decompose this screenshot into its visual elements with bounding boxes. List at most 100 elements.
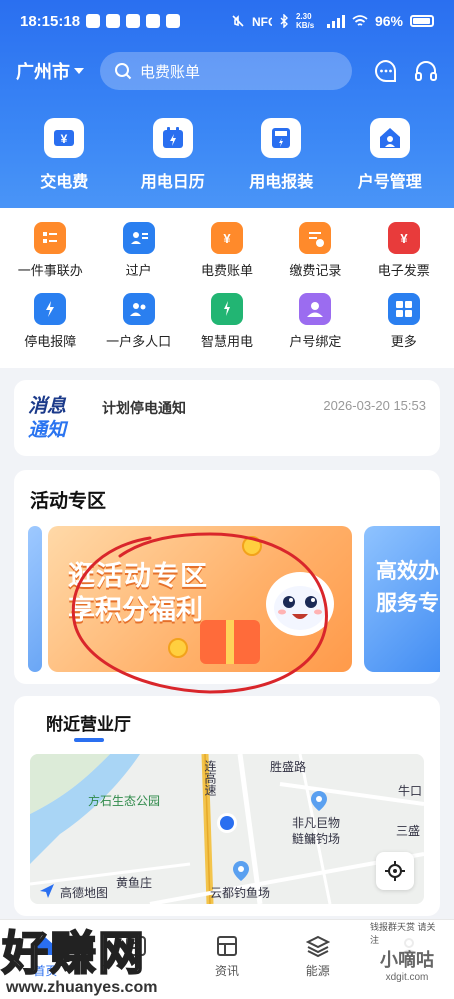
current-location-icon bbox=[217, 813, 237, 833]
quick-label: 用电日历 bbox=[140, 174, 205, 191]
quick-account-manage[interactable]: 户号管理 bbox=[340, 118, 440, 192]
banner-next-line2: 服务专 bbox=[376, 592, 439, 615]
top-bar: 广州市 电费账单 bbox=[16, 52, 438, 90]
status-time: 18:15:18 bbox=[20, 12, 81, 30]
service-item[interactable]: ¥ 电子发票 bbox=[360, 222, 448, 279]
repair-icon bbox=[34, 293, 67, 325]
bluetooth-icon bbox=[280, 14, 288, 28]
quick-label: 用电报装 bbox=[249, 174, 314, 191]
map-label: 胜盛路 bbox=[270, 760, 307, 774]
quick-label: 户号管理 bbox=[357, 174, 422, 191]
user-bind-icon bbox=[299, 293, 332, 325]
service-item[interactable]: 停电报障 bbox=[6, 293, 94, 350]
checklist-icon bbox=[34, 222, 67, 254]
tiktok-icon bbox=[106, 14, 121, 28]
banner-prev[interactable] bbox=[28, 526, 42, 672]
message-icon[interactable] bbox=[374, 59, 398, 83]
signal-icon bbox=[326, 15, 345, 28]
banner-line2: 享积分福利 bbox=[68, 595, 203, 625]
activity-section: 活动专区 逛活动专区 享积分福利 高效办 服务专 bbox=[14, 470, 440, 684]
meter-icon bbox=[261, 118, 302, 158]
quick-power-calendar[interactable]: 用电日历 bbox=[123, 118, 223, 192]
locate-button[interactable] bbox=[376, 852, 414, 890]
quick-label: 交电费 bbox=[40, 174, 89, 191]
service-item[interactable]: 智慧用电 bbox=[183, 293, 271, 350]
tab-label: 能源 bbox=[305, 964, 330, 978]
coin-icon bbox=[168, 638, 188, 658]
battery-percent: 96% bbox=[374, 13, 403, 29]
service-label: 过户 bbox=[125, 263, 152, 278]
map-label: 非凡巨物 bbox=[292, 816, 341, 830]
tab-energy[interactable]: 能源 bbox=[278, 934, 358, 999]
wechat-icon bbox=[86, 14, 101, 28]
notice-time: 2026-03-20 15:53 bbox=[323, 398, 426, 413]
notice-logo-line1: 消息 bbox=[28, 396, 67, 417]
activity-title: 活动专区 bbox=[30, 491, 107, 512]
map-label: 方石生态公园 bbox=[88, 794, 161, 808]
service-label: 缴费记录 bbox=[289, 263, 342, 278]
svg-text:NFC: NFC bbox=[252, 15, 272, 28]
coin-icon bbox=[242, 536, 262, 556]
tab-news[interactable]: 资讯 bbox=[187, 934, 267, 999]
notice-title: 计划停电通知 bbox=[102, 400, 186, 416]
bulb-icon bbox=[210, 293, 243, 325]
watermark-brand: 好赚网 bbox=[1, 926, 146, 980]
service-item[interactable]: 更多 bbox=[360, 293, 448, 350]
watermark-badge: 钱报群天赏 请关注 小嘀咕 xdgit.com bbox=[370, 921, 444, 983]
service-item[interactable]: 户号绑定 bbox=[271, 293, 359, 350]
mascot-icon bbox=[266, 572, 334, 636]
svg-text:¥: ¥ bbox=[400, 231, 408, 246]
grid-icon bbox=[387, 293, 420, 325]
house-icon bbox=[369, 118, 410, 158]
service-label: 电子发票 bbox=[377, 263, 430, 278]
mute-icon bbox=[232, 15, 244, 27]
service-item[interactable]: 一户多人口 bbox=[94, 293, 182, 350]
notice-logo-line2: 通知 bbox=[28, 420, 67, 441]
tab-label: 资讯 bbox=[214, 964, 239, 978]
svg-text:¥: ¥ bbox=[223, 231, 231, 246]
service-label: 智慧用电 bbox=[200, 334, 253, 349]
service-label: 更多 bbox=[390, 334, 417, 349]
gift-icon bbox=[200, 620, 260, 664]
map-label: 鲢鳙钓场 bbox=[292, 832, 341, 846]
map-label: 连高速 bbox=[203, 760, 217, 796]
bill-icon: ¥ bbox=[210, 222, 243, 254]
chevron-down-icon bbox=[74, 68, 84, 74]
city-label: 广州市 bbox=[16, 62, 70, 82]
activity-banner[interactable]: 逛活动专区 享积分福利 bbox=[48, 526, 352, 672]
layers-icon bbox=[305, 935, 330, 958]
map-view[interactable]: 方石生态公园 连高速 胜盛路 非凡巨物 鲢鳙钓场 牛口 三盛 黄鱼庄 云都钓鱼场… bbox=[30, 754, 424, 904]
map-label: 黄鱼庄 bbox=[116, 876, 153, 890]
map-pin-icon[interactable] bbox=[232, 860, 250, 882]
yuan-icon: ¥ bbox=[44, 118, 85, 158]
search-bar[interactable]: 电费账单 bbox=[100, 52, 352, 90]
notice-logo: 消息 通知 bbox=[28, 392, 80, 446]
quick-pay-electricity[interactable]: ¥ 交电费 bbox=[14, 118, 114, 192]
city-selector[interactable]: 广州市 bbox=[16, 58, 84, 84]
service-item[interactable]: ¥ 电费账单 bbox=[183, 222, 271, 279]
record-icon bbox=[299, 222, 332, 254]
svg-text:¥: ¥ bbox=[61, 132, 68, 146]
watermark-badge-top: 钱报群天赏 请关注 bbox=[370, 921, 436, 945]
map-pin-icon[interactable] bbox=[310, 790, 328, 812]
search-placeholder: 电费账单 bbox=[140, 63, 201, 81]
service-item[interactable]: 过户 bbox=[94, 222, 182, 279]
alipay-icon bbox=[126, 14, 141, 28]
notice-card[interactable]: 消息 通知 计划停电通知 2026-03-20 15:53 bbox=[14, 380, 440, 456]
navigation-arrow-icon bbox=[40, 884, 54, 898]
family-icon bbox=[122, 293, 155, 325]
service-item[interactable]: 一件事联办 bbox=[6, 222, 94, 279]
banner-next[interactable]: 高效办 服务专 bbox=[364, 526, 440, 672]
service-item[interactable]: 缴费记录 bbox=[271, 222, 359, 279]
service-label: 一件事联办 bbox=[17, 263, 83, 278]
headset-icon[interactable] bbox=[414, 59, 438, 83]
nfc-icon: NFC bbox=[252, 15, 272, 28]
services-panel: 一件事联办 过户 ¥ 电费账单 缴费记录 ¥ 电子发票停电报障 一户多人口 智慧用电 户号绑定 更多 bbox=[0, 208, 454, 368]
crosshair-icon bbox=[385, 861, 405, 881]
map-label: 三盛 bbox=[396, 824, 421, 838]
news-icon bbox=[216, 936, 237, 956]
watermark-url: www.zhuanyes.com bbox=[6, 979, 158, 996]
quick-power-install[interactable]: 用电报装 bbox=[231, 118, 331, 192]
wifi-icon bbox=[352, 15, 368, 26]
status-bar: 18:15:18 NFC 2.30 KB/s 96% bbox=[20, 10, 434, 32]
